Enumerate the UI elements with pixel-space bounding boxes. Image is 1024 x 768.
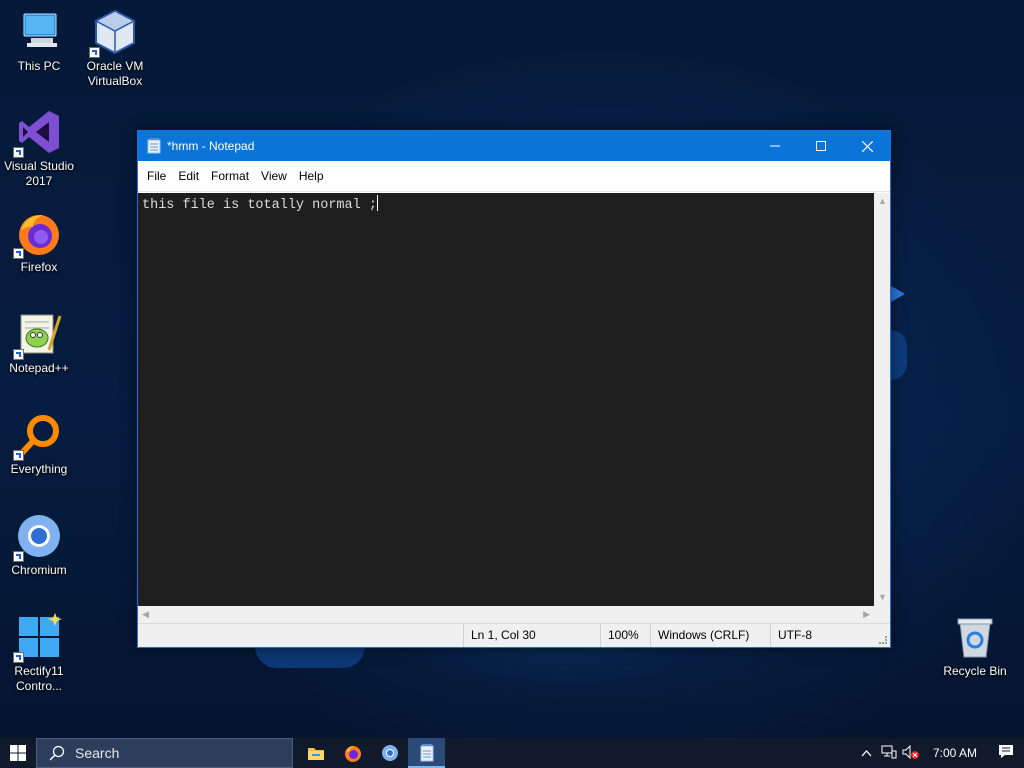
taskbar-notepad[interactable]	[408, 738, 445, 768]
desktop-icon-label: Visual Studio 2017	[4, 159, 74, 188]
search-placeholder: Search	[75, 745, 120, 761]
wallpaper-accent	[255, 646, 365, 668]
menu-file[interactable]: File	[141, 169, 172, 183]
desktop-icon-recycle-bin[interactable]: Recycle Bin	[937, 613, 1013, 679]
desktop-icon-everything[interactable]: Everything	[1, 411, 77, 477]
menu-edit[interactable]: Edit	[172, 169, 205, 183]
clock[interactable]: 7:00 AM	[922, 746, 988, 760]
notifications-icon[interactable]	[988, 744, 1024, 762]
status-zoom: 100%	[600, 624, 650, 647]
text-caret	[376, 195, 378, 211]
shortcut-arrow-icon	[13, 147, 24, 158]
minimize-icon	[770, 145, 780, 147]
chromium-icon	[13, 512, 63, 562]
scroll-up-icon[interactable]: ▲	[878, 197, 887, 206]
desktop-icon-label: Chromium	[11, 563, 67, 577]
resize-grip-icon[interactable]	[879, 636, 887, 644]
start-button[interactable]	[0, 738, 36, 768]
vertical-scrollbar[interactable]: ▲ ▼	[874, 193, 890, 606]
chromium-icon	[381, 745, 398, 761]
scroll-down-icon[interactable]: ▼	[878, 593, 887, 602]
desktop-icon-notepad-plus-plus[interactable]: Notepad++	[1, 310, 77, 376]
shortcut-arrow-icon	[13, 248, 24, 259]
menu-bar: File Edit Format View Help	[138, 161, 890, 192]
taskbar-chromium[interactable]	[371, 738, 408, 768]
taskbar: Search 7:00 AM	[0, 738, 1024, 768]
recycle-bin-icon	[951, 613, 999, 661]
desktop-icon-label: Firefox	[20, 260, 58, 274]
show-hidden-icons-chevron-icon[interactable]	[854, 746, 878, 760]
system-tray: 7:00 AM	[854, 738, 1024, 768]
desktop-icon-visual-studio[interactable]: Visual Studio 2017	[1, 108, 77, 189]
network-icon[interactable]	[878, 745, 900, 762]
visual-studio-icon	[13, 108, 63, 158]
minimize-button[interactable]	[752, 131, 798, 161]
desktop-icon-this-pc[interactable]: This PC	[1, 8, 77, 74]
desktop-icon-label: Notepad++	[9, 361, 69, 375]
editor-content: this file is totally normal ;	[142, 198, 377, 213]
search-box[interactable]: Search	[36, 738, 293, 768]
menu-view[interactable]: View	[255, 169, 293, 183]
notepad-window[interactable]: *hmm - Notepad File Edit Format View Hel…	[137, 130, 891, 648]
windows-logo-icon	[10, 745, 26, 761]
taskbar-firefox[interactable]	[334, 738, 371, 768]
wallpaper-accent	[891, 330, 907, 380]
search-icon	[49, 745, 65, 761]
scroll-right-icon[interactable]: ▶	[863, 610, 870, 619]
status-bar: Ln 1, Col 30 100% Windows (CRLF) UTF-8	[138, 623, 890, 647]
this-pc-icon	[15, 8, 63, 56]
shortcut-arrow-icon	[13, 450, 24, 461]
shortcut-arrow-icon	[13, 349, 24, 360]
close-icon	[861, 140, 873, 152]
maximize-icon	[816, 141, 826, 151]
menu-help[interactable]: Help	[293, 169, 330, 183]
desktop-icon-chromium[interactable]: Chromium	[1, 512, 77, 578]
desktop-icon-label: Oracle VM VirtualBox	[86, 59, 144, 88]
firefox-icon	[344, 746, 361, 762]
wallpaper-accent	[891, 286, 905, 302]
close-button[interactable]	[844, 131, 890, 161]
taskbar-file-explorer[interactable]	[297, 738, 334, 768]
desktop-icon-firefox[interactable]: Firefox	[1, 209, 77, 275]
horizontal-scrollbar[interactable]: ◀ ▶	[138, 606, 890, 623]
notepad-icon	[147, 138, 161, 154]
menu-format[interactable]: Format	[205, 169, 255, 183]
desktop-icon-label: Everything	[10, 462, 68, 476]
firefox-icon	[13, 209, 63, 259]
desktop-icon-label: This PC	[17, 59, 61, 73]
shortcut-arrow-icon	[89, 47, 100, 58]
title-bar[interactable]: *hmm - Notepad	[138, 131, 890, 161]
desktop-icon-label: Recycle Bin	[943, 664, 1007, 678]
status-position: Ln 1, Col 30	[463, 624, 600, 647]
file-explorer-icon	[307, 748, 324, 760]
desktop-icon-rectify11[interactable]: Rectify11 Contro...	[1, 613, 77, 694]
desktop-icon-virtualbox[interactable]: Oracle VM VirtualBox	[77, 8, 153, 89]
status-line-ending: Windows (CRLF)	[650, 624, 770, 647]
shortcut-arrow-icon	[13, 652, 24, 663]
desktop-icon-label: Rectify11 Contro...	[14, 664, 64, 693]
volume-muted-icon[interactable]	[900, 744, 922, 762]
everything-search-icon	[13, 411, 63, 461]
window-title: *hmm - Notepad	[167, 139, 255, 153]
maximize-button[interactable]	[798, 131, 844, 161]
rectify11-icon	[13, 613, 63, 663]
text-editor[interactable]: this file is totally normal ;	[138, 193, 874, 606]
shortcut-arrow-icon	[13, 551, 24, 562]
notepad-icon	[420, 744, 433, 762]
virtualbox-icon	[89, 8, 139, 58]
scroll-left-icon[interactable]: ◀	[142, 610, 149, 619]
status-encoding: UTF-8	[770, 624, 870, 647]
notepad-plus-plus-icon	[13, 310, 63, 360]
